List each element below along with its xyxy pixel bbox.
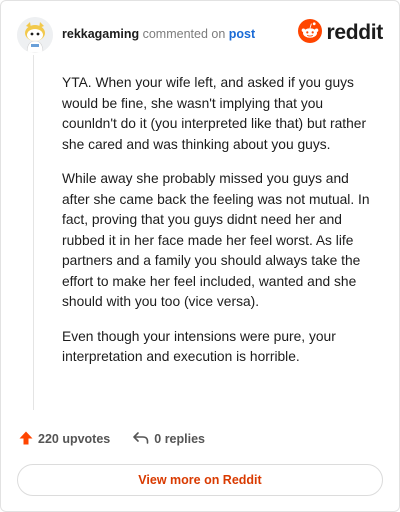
comment-stats: 220 upvotes 0 replies xyxy=(18,429,205,449)
reddit-logo-icon xyxy=(298,18,323,48)
byline: rekkagaming commented on post xyxy=(62,27,255,41)
upvote-arrow-icon xyxy=(18,430,34,449)
comment-card: rekkagaming commented on post reddit YTA… xyxy=(0,0,400,512)
upvote-label: 220 upvotes xyxy=(38,432,111,446)
comment-body: YTA. When your wife left, and asked if y… xyxy=(62,73,378,382)
snoo-avatar-icon[interactable] xyxy=(17,17,53,53)
thread-line xyxy=(33,55,34,410)
reddit-brand[interactable]: reddit xyxy=(298,18,383,48)
comment-paragraph: Even though your intensions were pure, y… xyxy=(62,328,336,365)
comment-paragraph: While away she probably missed you guys … xyxy=(62,171,370,309)
reply-count[interactable]: 0 replies xyxy=(132,430,205,449)
reddit-wordmark: reddit xyxy=(326,21,383,44)
comment-header: rekkagaming commented on post reddit xyxy=(17,15,383,55)
username-link[interactable]: rekkagaming xyxy=(62,27,139,41)
reply-arrow-icon xyxy=(132,430,150,449)
post-link[interactable]: post xyxy=(229,27,255,41)
comment-paragraph: YTA. When your wife left, and asked if y… xyxy=(62,75,367,152)
byline-action: commented on xyxy=(142,27,226,41)
reply-label: 0 replies xyxy=(154,432,205,446)
upvote-count[interactable]: 220 upvotes xyxy=(18,430,110,449)
view-more-button[interactable]: View more on Reddit xyxy=(17,464,383,496)
